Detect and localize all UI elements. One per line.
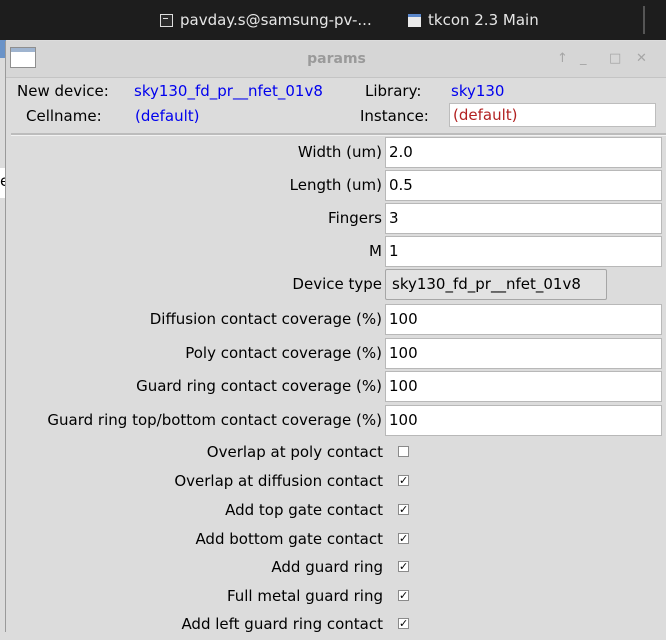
maximize-icon[interactable]: □ [609,41,621,77]
length-label: Length (um) [289,176,382,194]
guard-ring-checkbox[interactable]: ✓ [398,561,409,572]
instance-input[interactable]: (default) [449,103,656,127]
guard-ring-coverage-label: Guard ring contact coverage (%) [136,377,382,395]
poly-coverage-input[interactable]: 100 [385,338,662,369]
overlap-diffusion-label: Overlap at diffusion contact [174,472,383,490]
new-device-label: New device: [17,82,109,100]
fingers-input[interactable]: 3 [385,203,662,234]
device-type-menubutton[interactable]: sky130_fd_pr__nfet_01v8 [385,269,607,300]
close-icon[interactable]: ✕ [636,41,647,77]
fingers-label: Fingers [328,209,382,227]
left-guard-ring-contact-checkbox[interactable]: ✓ [398,618,409,629]
m-label: M [369,242,382,260]
bottom-gate-contact-checkbox[interactable]: ✓ [398,533,409,544]
minimize-icon[interactable]: _ [580,41,587,77]
full-metal-guard-ring-checkbox[interactable]: ✓ [398,590,409,601]
left-guard-ring-contact-label: Add left guard ring contact [181,615,383,633]
poly-coverage-label: Poly contact coverage (%) [185,344,382,362]
top-gate-contact-label: Add top gate contact [225,501,383,519]
length-input[interactable]: 0.5 [385,170,662,201]
overlap-poly-label: Overlap at poly contact [206,443,383,461]
top-gate-contact-checkbox[interactable]: ✓ [398,504,409,515]
m-input[interactable]: 1 [385,236,662,267]
width-input[interactable]: 2.0 [385,137,662,168]
device-type-label: Device type [292,275,382,293]
guard-ring-coverage-input[interactable]: 100 [385,371,662,402]
taskbar: pavday.s@samsung-pv-... tkcon 2.3 Main [0,0,666,40]
terminal-icon [160,13,173,27]
guard-ring-label: Add guard ring [271,558,383,576]
taskbar-separator [643,6,645,34]
overlap-poly-checkbox[interactable] [398,446,409,457]
library-value: sky130 [451,82,505,100]
overlap-diffusion-checkbox[interactable]: ✓ [398,475,409,486]
taskbar-tkcon-label: tkcon 2.3 Main [428,11,539,29]
taskbar-terminal-button[interactable]: pavday.s@samsung-pv-... [160,0,372,40]
taskbar-tkcon-button[interactable]: tkcon 2.3 Main [408,0,539,40]
taskbar-terminal-label: pavday.s@samsung-pv-... [180,11,372,29]
library-label: Library: [365,82,422,100]
window-icon [408,13,421,27]
cellname-label: Cellname: [26,107,102,125]
diffusion-coverage-input[interactable]: 100 [385,304,662,335]
shade-up-icon[interactable]: ↑ [557,41,568,77]
diffusion-coverage-label: Diffusion contact coverage (%) [149,310,382,328]
cellname-value[interactable]: (default) [135,102,199,130]
new-device-value: sky130_fd_pr__nfet_01v8 [134,82,323,100]
window-titlebar[interactable]: params ↑ _ □ ✕ [6,41,666,78]
width-label: Width (um) [297,143,382,161]
instance-label: Instance: [360,107,429,125]
params-window: params ↑ _ □ ✕ New device: sky130_fd_pr_… [5,41,666,633]
guard-ring-tb-coverage-input[interactable]: 100 [385,405,662,436]
guard-ring-tb-coverage-label: Guard ring top/bottom contact coverage (… [47,411,382,429]
